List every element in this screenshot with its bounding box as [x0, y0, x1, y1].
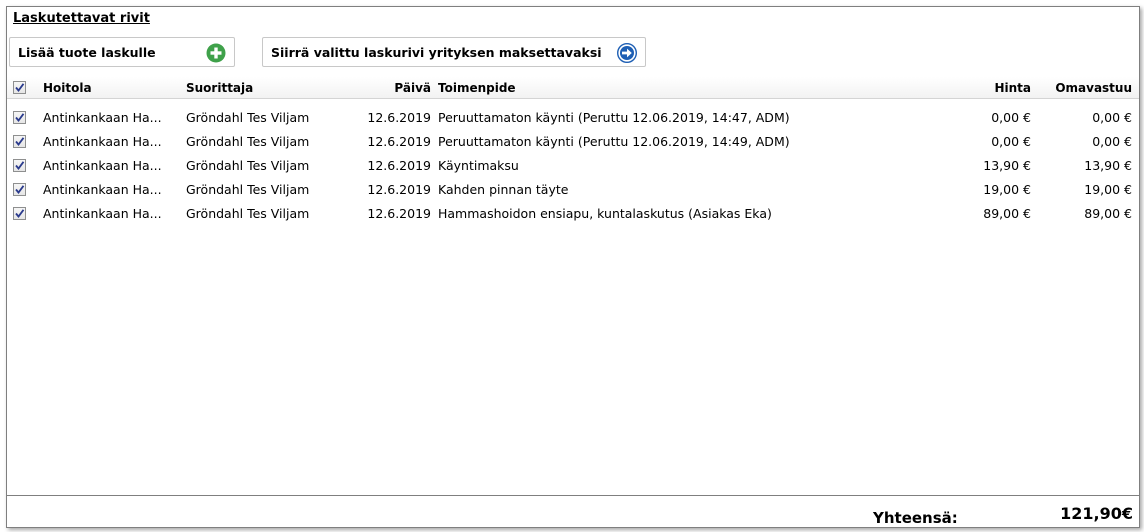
cell-toimenpide: Kahden pinnan täyte: [438, 182, 569, 197]
checkmark-icon: [15, 113, 25, 122]
checkmark-icon: [15, 185, 25, 194]
cell-paiva: 12.6.2019: [367, 206, 431, 221]
cell-paiva: 12.6.2019: [367, 158, 431, 173]
table-row[interactable]: Antinkankaan Ha... Gröndahl Tes Viljam 1…: [7, 130, 1139, 154]
move-row-to-company-button[interactable]: Siirrä valittu laskurivi yrityksen makse…: [262, 37, 646, 67]
billing-rows-panel: Laskutettavat rivit Lisää tuote laskulle…: [6, 6, 1140, 528]
column-header-hinta[interactable]: Hinta: [937, 81, 1031, 95]
table-row[interactable]: Antinkankaan Ha... Gröndahl Tes Viljam 1…: [7, 106, 1139, 130]
cell-hoitola: Antinkankaan Ha...: [43, 206, 162, 221]
cell-hinta: 89,00 €: [983, 206, 1031, 221]
cell-suorittaja: Gröndahl Tes Viljam: [186, 158, 310, 173]
table-row[interactable]: Antinkankaan Ha... Gröndahl Tes Viljam 1…: [7, 178, 1139, 202]
cell-omavastuu: 19,00 €: [1084, 182, 1132, 197]
add-product-label: Lisää tuote laskulle: [18, 44, 156, 60]
total-label: Yhteensä:: [873, 509, 958, 527]
checkmark-icon: [15, 83, 25, 92]
arrow-right-circle-icon: [617, 43, 637, 63]
cell-toimenpide: Käyntimaksu: [438, 158, 519, 173]
cell-hinta: 0,00 €: [991, 134, 1031, 149]
move-row-label: Siirrä valittu laskurivi yrityksen makse…: [271, 44, 602, 60]
cell-hoitola: Antinkankaan Ha...: [43, 110, 162, 125]
cell-suorittaja: Gröndahl Tes Viljam: [186, 182, 310, 197]
cell-hoitola: Antinkankaan Ha...: [43, 158, 162, 173]
cell-omavastuu: 0,00 €: [1092, 110, 1132, 125]
checkmark-icon: [15, 209, 25, 218]
cell-hinta: 19,00 €: [983, 182, 1031, 197]
table-row[interactable]: Antinkankaan Ha... Gröndahl Tes Viljam 1…: [7, 202, 1139, 226]
row-checkbox[interactable]: [13, 183, 26, 196]
cell-paiva: 12.6.2019: [367, 182, 431, 197]
row-checkbox[interactable]: [13, 135, 26, 148]
checkmark-icon: [15, 137, 25, 146]
grid-header: Hoitola Suorittaja Päivä Toimenpide Hint…: [7, 77, 1139, 99]
row-checkbox[interactable]: [13, 111, 26, 124]
checkmark-icon: [15, 161, 25, 170]
cell-paiva: 12.6.2019: [367, 134, 431, 149]
totals-footer: Yhteensä: 121,90€: [7, 495, 1139, 527]
cell-hinta: 13,90 €: [983, 158, 1031, 173]
column-header-omavastuu[interactable]: Omavastuu: [1037, 81, 1132, 95]
column-header-toimenpide[interactable]: Toimenpide: [438, 81, 516, 95]
cell-paiva: 12.6.2019: [367, 110, 431, 125]
column-header-paiva[interactable]: Päivä: [337, 81, 431, 95]
row-checkbox[interactable]: [13, 159, 26, 172]
column-header-suorittaja[interactable]: Suorittaja: [186, 81, 253, 95]
cell-toimenpide: Peruuttamaton käynti (Peruttu 12.06.2019…: [438, 110, 790, 125]
cell-hinta: 0,00 €: [991, 110, 1031, 125]
column-header-hoitola[interactable]: Hoitola: [43, 81, 92, 95]
section-title: Laskutettavat rivit: [13, 11, 150, 26]
select-all-checkbox[interactable]: [13, 81, 26, 94]
cell-hoitola: Antinkankaan Ha...: [43, 182, 162, 197]
total-value: 121,90€: [1060, 504, 1133, 523]
cell-hoitola: Antinkankaan Ha...: [43, 134, 162, 149]
cell-suorittaja: Gröndahl Tes Viljam: [186, 110, 310, 125]
cell-suorittaja: Gröndahl Tes Viljam: [186, 134, 310, 149]
grid-rows: Antinkankaan Ha... Gröndahl Tes Viljam 1…: [7, 106, 1139, 226]
add-product-button[interactable]: Lisää tuote laskulle: [9, 37, 235, 67]
row-checkbox[interactable]: [13, 207, 26, 220]
cell-suorittaja: Gröndahl Tes Viljam: [186, 206, 310, 221]
cell-toimenpide: Hammashoidon ensiapu, kuntalaskutus (Asi…: [438, 206, 772, 221]
cell-omavastuu: 13,90 €: [1084, 158, 1132, 173]
cell-omavastuu: 0,00 €: [1092, 134, 1132, 149]
plus-circle-icon: [206, 43, 226, 63]
cell-omavastuu: 89,00 €: [1084, 206, 1132, 221]
cell-toimenpide: Peruuttamaton käynti (Peruttu 12.06.2019…: [438, 134, 790, 149]
table-row[interactable]: Antinkankaan Ha... Gröndahl Tes Viljam 1…: [7, 154, 1139, 178]
